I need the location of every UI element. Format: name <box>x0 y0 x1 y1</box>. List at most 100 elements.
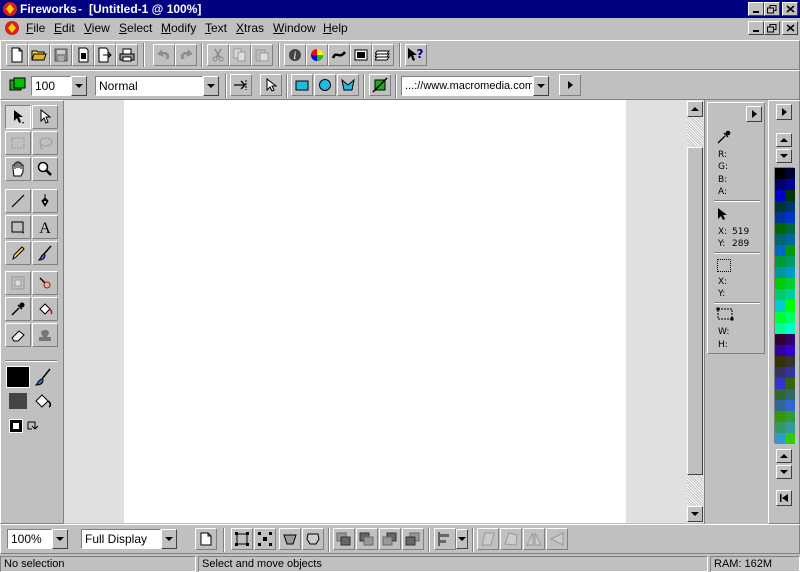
redo-button[interactable] <box>175 44 197 66</box>
color-swatch[interactable] <box>785 322 795 334</box>
freeform-tool[interactable] <box>32 271 58 295</box>
fill-panel-button[interactable] <box>350 44 372 66</box>
brush-tool[interactable] <box>32 241 58 265</box>
color-swatch[interactable] <box>785 267 795 279</box>
color-swatch[interactable] <box>785 421 795 433</box>
hotspot-polygon-button[interactable] <box>337 74 359 96</box>
slice-tool-button[interactable] <box>369 74 391 96</box>
scale-tool[interactable] <box>5 271 31 295</box>
color-swatch[interactable] <box>775 234 785 246</box>
opacity-input[interactable]: 100 <box>31 76 71 96</box>
url-dropdown-arrow[interactable] <box>533 76 549 96</box>
scroll-track-bottom[interactable] <box>687 475 703 506</box>
pointer-tool[interactable] <box>5 105 31 129</box>
align-dropdown-arrow[interactable] <box>456 529 468 549</box>
color-swatch[interactable] <box>775 256 785 268</box>
color-mixer-button[interactable] <box>306 44 328 66</box>
menu-edit[interactable]: Edit <box>54 21 75 35</box>
color-swatch[interactable] <box>775 421 785 433</box>
info-panel-button[interactable]: i <box>284 44 306 66</box>
swap-colors-button[interactable] <box>25 419 39 433</box>
color-swatch[interactable] <box>785 311 795 323</box>
color-swatch[interactable] <box>785 377 795 389</box>
opacity-dropdown-arrow[interactable] <box>71 76 87 96</box>
color-swatch[interactable] <box>785 201 795 213</box>
rubber-stamp-tool[interactable] <box>32 323 58 347</box>
info-panel-options-button[interactable] <box>746 106 762 122</box>
swatches-scroll-up-top[interactable] <box>776 133 792 147</box>
document-icon[interactable] <box>4 20 20 36</box>
color-swatch[interactable] <box>775 355 785 367</box>
url-options-button[interactable] <box>559 74 581 96</box>
color-swatch[interactable] <box>775 344 785 356</box>
bring-to-front-button[interactable] <box>333 528 355 550</box>
color-swatch[interactable] <box>775 223 785 235</box>
color-swatch[interactable] <box>785 344 795 356</box>
scroll-down-button[interactable] <box>687 506 703 522</box>
display-mode-dropdown-arrow[interactable] <box>161 529 177 549</box>
context-help-button[interactable]: ? <box>405 44 427 66</box>
color-swatch[interactable] <box>785 289 795 301</box>
hotspot-circle-button[interactable] <box>314 74 336 96</box>
display-mode-select[interactable]: Full Display <box>81 529 161 549</box>
copy-button[interactable] <box>229 44 251 66</box>
group-button[interactable] <box>231 528 253 550</box>
color-swatch[interactable] <box>785 245 795 257</box>
color-swatch[interactable] <box>775 410 785 422</box>
menu-window[interactable]: Window <box>273 21 316 35</box>
color-swatch[interactable] <box>775 377 785 389</box>
color-swatch[interactable] <box>775 300 785 312</box>
menu-view[interactable]: View <box>84 21 110 35</box>
color-swatch[interactable] <box>785 190 795 202</box>
swatches-scroll-down-top[interactable] <box>776 149 792 163</box>
color-swatch[interactable] <box>785 399 795 411</box>
pencil-tool[interactable] <box>5 241 31 265</box>
menu-file[interactable]: File <box>26 21 45 35</box>
doc-restore-button[interactable] <box>764 21 780 35</box>
swatches-scroll-down-bottom[interactable] <box>776 465 792 479</box>
ungroup-button[interactable] <box>254 528 276 550</box>
doc-close-button[interactable] <box>782 21 798 35</box>
hotspot-rect-button[interactable] <box>291 74 313 96</box>
document-canvas[interactable] <box>124 100 626 523</box>
open-file-button[interactable] <box>28 44 50 66</box>
hand-tool[interactable] <box>5 157 31 181</box>
color-swatch[interactable] <box>785 432 795 444</box>
flip-vertical-button[interactable] <box>546 528 568 550</box>
scroll-up-button[interactable] <box>687 101 703 117</box>
color-swatch[interactable] <box>775 311 785 323</box>
stroke-panel-button[interactable] <box>328 44 350 66</box>
color-swatch[interactable] <box>775 278 785 290</box>
pen-tool[interactable] <box>32 189 58 213</box>
paint-bucket-tool[interactable] <box>32 297 58 321</box>
color-swatch[interactable] <box>775 333 785 345</box>
color-swatch[interactable] <box>775 322 785 334</box>
menu-text[interactable]: Text <box>205 21 227 35</box>
color-swatch[interactable] <box>785 278 795 290</box>
flip-horizontal-button[interactable] <box>523 528 545 550</box>
cut-button[interactable] <box>207 44 229 66</box>
send-to-back-button[interactable] <box>402 528 424 550</box>
document-properties-button[interactable] <box>195 528 217 550</box>
color-swatch[interactable] <box>775 289 785 301</box>
pointer-tool-button[interactable] <box>260 74 282 96</box>
eyedropper-tool[interactable] <box>5 297 31 321</box>
marquee-tool[interactable] <box>5 131 31 155</box>
color-swatch[interactable] <box>785 256 795 268</box>
print-button[interactable] <box>116 44 138 66</box>
color-swatch[interactable] <box>785 223 795 235</box>
menu-modify[interactable]: Modify <box>161 21 196 35</box>
swatches-go-first-button[interactable] <box>776 490 792 506</box>
send-backward-button[interactable] <box>379 528 401 550</box>
swatch-grid[interactable] <box>774 167 795 444</box>
color-swatch[interactable] <box>785 300 795 312</box>
zoom-input[interactable]: 100% <box>7 529 52 549</box>
scroll-thumb[interactable] <box>687 147 703 475</box>
align-button[interactable] <box>434 528 456 550</box>
url-input[interactable]: ...://www.macromedia.com <box>401 76 533 96</box>
color-swatch[interactable] <box>785 355 795 367</box>
color-swatch[interactable] <box>775 432 785 444</box>
menu-select[interactable]: Select <box>119 21 152 35</box>
color-swatch[interactable] <box>785 410 795 422</box>
save-button[interactable] <box>50 44 72 66</box>
